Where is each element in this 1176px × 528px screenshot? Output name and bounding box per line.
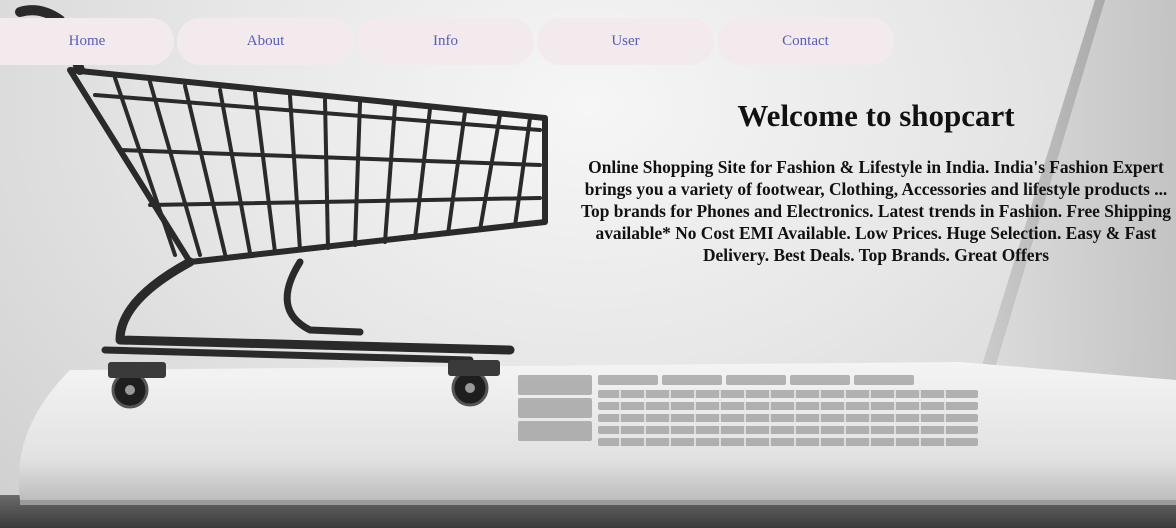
nav-item-label: Info — [433, 32, 458, 49]
hero-description: Online Shopping Site for Fashion & Lifes… — [581, 157, 1171, 265]
nav-item-home[interactable]: Home — [0, 17, 174, 65]
nav-item-label: Home — [68, 32, 106, 49]
shopping-cart — [15, 5, 548, 409]
welcome-block: Welcome to shopcart Online Shopping Site… — [578, 96, 1174, 266]
nav-item-info[interactable]: Info — [357, 17, 534, 65]
nav-item-label: Contact — [782, 32, 829, 49]
nav-item-contact[interactable]: Contact — [717, 17, 894, 65]
nav-item-user[interactable]: User — [537, 17, 714, 65]
main-nav: Home About Info User Contact — [0, 17, 894, 65]
page-title: Welcome to shopcart — [737, 98, 1015, 133]
hero-section: Home About Info User Contact Welcome to … — [0, 0, 1176, 528]
nav-item-label: About — [246, 32, 285, 49]
nav-item-about[interactable]: About — [177, 17, 354, 65]
nav-item-label: User — [611, 32, 640, 49]
laptop-base — [18, 362, 1176, 500]
